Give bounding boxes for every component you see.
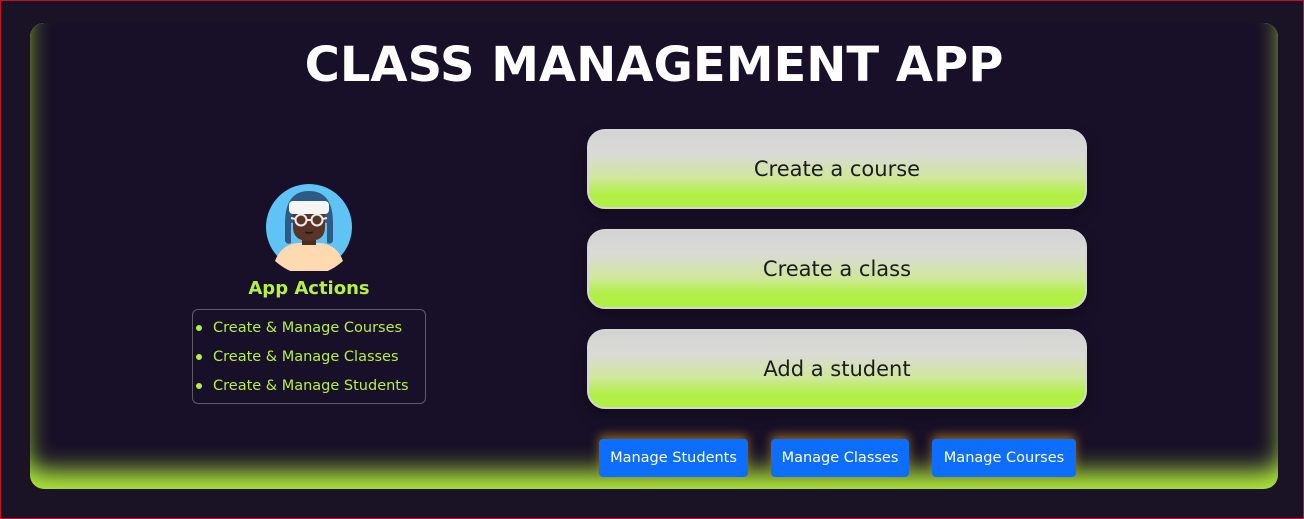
list-item: Create & Manage Courses xyxy=(193,318,425,347)
create-course-button[interactable]: Create a course xyxy=(587,129,1087,209)
main-panel-surface: CLASS MANAGEMENT APP App Actions Create … xyxy=(30,23,1278,489)
add-student-button[interactable]: Add a student xyxy=(587,329,1087,409)
create-class-button[interactable]: Create a class xyxy=(587,229,1087,309)
page-title: CLASS MANAGEMENT APP xyxy=(304,37,1004,93)
manage-students-button[interactable]: Manage Students xyxy=(599,439,748,477)
person-avatar-icon xyxy=(265,183,353,275)
app-actions-list-box: Create & Manage Courses Create & Manage … xyxy=(192,309,426,404)
list-item: Create & Manage Students xyxy=(193,376,425,405)
manage-classes-button[interactable]: Manage Classes xyxy=(771,439,909,477)
app-viewport: CLASS MANAGEMENT APP App Actions Create … xyxy=(0,0,1304,519)
list-item: Create & Manage Classes xyxy=(193,347,425,376)
app-actions-heading: App Actions xyxy=(248,278,370,299)
manage-courses-button[interactable]: Manage Courses xyxy=(932,439,1076,477)
app-actions-list: Create & Manage Courses Create & Manage … xyxy=(193,318,425,405)
main-panel: CLASS MANAGEMENT APP App Actions Create … xyxy=(30,23,1278,489)
